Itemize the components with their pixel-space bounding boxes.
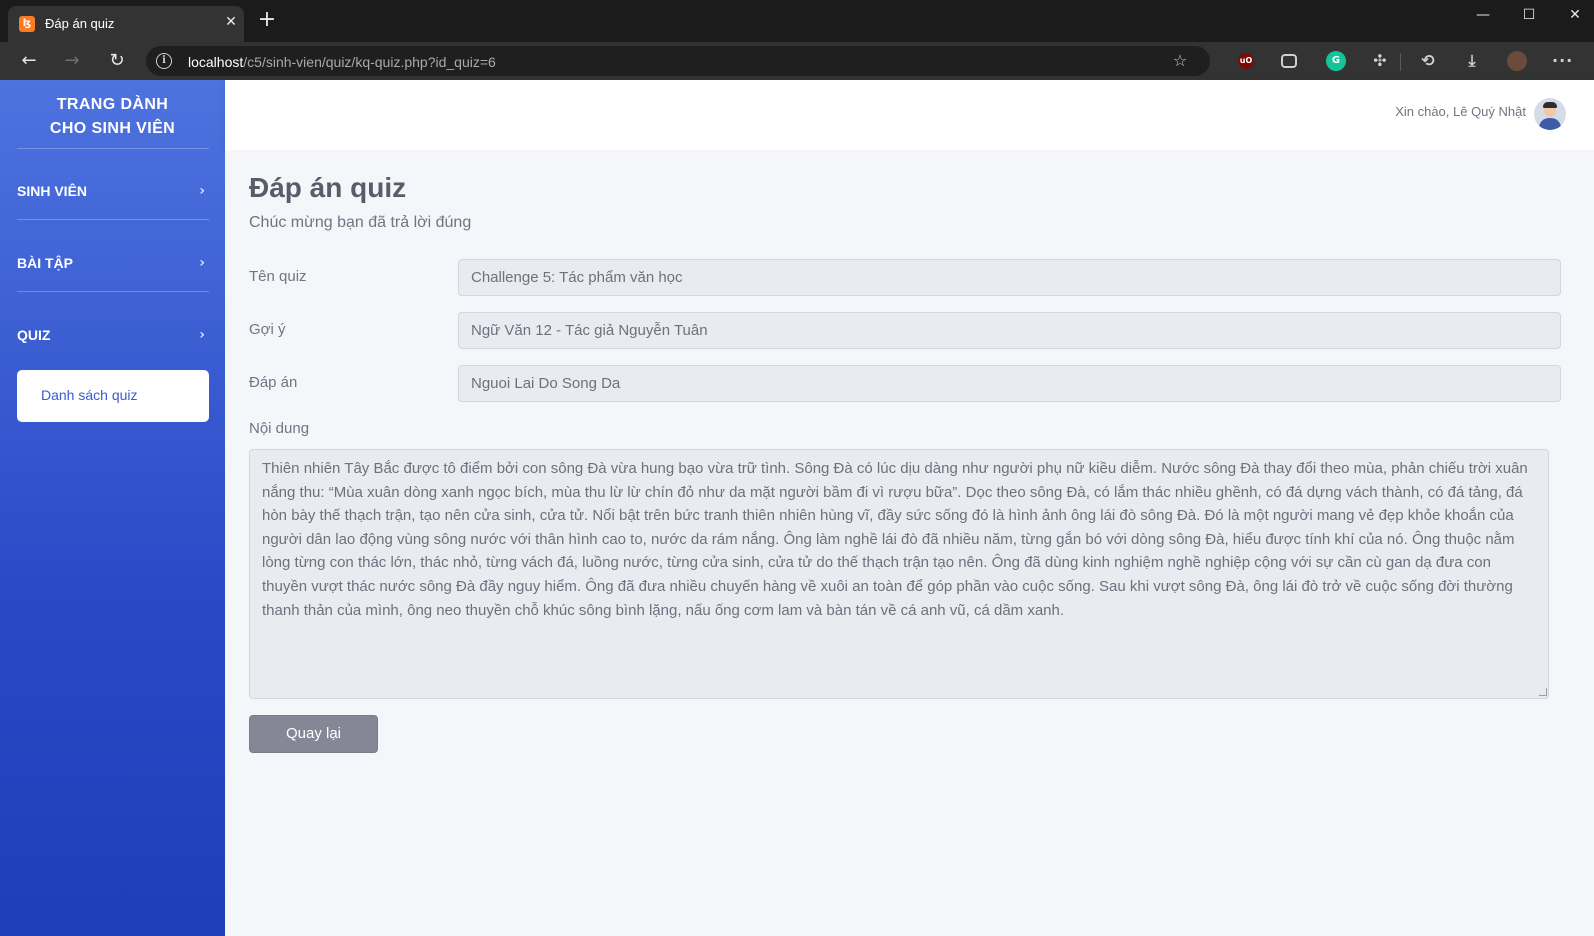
sidebar-item-bai-tap[interactable]: BÀI TẬP › bbox=[17, 248, 209, 278]
grammarly-extension-icon[interactable]: G bbox=[1326, 51, 1346, 71]
minimize-icon[interactable]: — bbox=[1460, 0, 1506, 32]
page-title: Đáp án quiz bbox=[249, 172, 407, 203]
sidebar-subitem-danh-sach-quiz[interactable]: Danh sách quiz bbox=[17, 370, 209, 422]
new-tab-icon[interactable]: + bbox=[256, 9, 278, 31]
content-label: Nội dung bbox=[249, 420, 310, 437]
back-button[interactable]: Quay lại bbox=[249, 715, 378, 753]
sidebar-divider bbox=[17, 148, 209, 149]
sidebar-item-sinh-vien[interactable]: SINH VIÊN › bbox=[17, 176, 209, 206]
back-arrow-icon[interactable]: ← bbox=[17, 49, 41, 73]
user-avatar-icon[interactable] bbox=[1534, 98, 1566, 130]
collections-icon[interactable] bbox=[1281, 54, 1297, 68]
chevron-right-icon: › bbox=[199, 255, 205, 271]
main-content: Đáp án quiz Chúc mừng bạn đã trả lời đún… bbox=[225, 150, 1594, 936]
add-favorite-icon[interactable]: ☆ bbox=[1170, 51, 1190, 71]
extensions-puzzle-icon[interactable]: ✣ bbox=[1370, 51, 1390, 71]
hint-label: Gợi ý bbox=[249, 321, 286, 338]
history-icon[interactable]: ⟲ bbox=[1418, 51, 1438, 71]
chevron-right-icon: › bbox=[199, 327, 205, 343]
answer-label: Đáp án bbox=[249, 374, 298, 391]
tab-title: Đáp án quiz bbox=[45, 16, 115, 31]
sidebar: TRANG DÀNH CHO SINH VIÊN SINH VIÊN › BÀI… bbox=[0, 80, 225, 936]
address-bar[interactable]: i localhost/c5/sinh-vien/quiz/kq-quiz.ph… bbox=[146, 46, 1210, 76]
resize-handle-icon[interactable] bbox=[1539, 688, 1547, 696]
answer-field[interactable]: Nguoi Lai Do Song Da bbox=[458, 365, 1561, 402]
close-tab-icon[interactable]: ✕ bbox=[222, 13, 240, 31]
browser-tab[interactable]: ɮ Đáp án quiz ✕ bbox=[8, 6, 244, 42]
chevron-right-icon: › bbox=[199, 183, 205, 199]
sidebar-item-label: QUIZ bbox=[17, 327, 51, 343]
download-icon[interactable]: ⤓ bbox=[1462, 51, 1482, 71]
toolbar-divider bbox=[1400, 53, 1401, 71]
browser-titlebar: ɮ Đáp án quiz ✕ + — ☐ ✕ bbox=[0, 0, 1594, 42]
ublock-extension-icon[interactable]: uO bbox=[1238, 53, 1254, 69]
site-info-icon[interactable]: i bbox=[156, 53, 172, 69]
page-subtitle: Chúc mừng bạn đã trả lời đúng bbox=[249, 214, 472, 231]
sidebar-divider bbox=[17, 219, 209, 220]
hint-field[interactable]: Ngữ Văn 12 - Tác giả Nguyễn Tuân bbox=[458, 312, 1561, 349]
maximize-icon[interactable]: ☐ bbox=[1506, 0, 1552, 32]
reload-icon[interactable]: ↻ bbox=[105, 49, 129, 73]
sidebar-subitem-label: Danh sách quiz bbox=[41, 387, 138, 403]
quiz-name-field[interactable]: Challenge 5: Tác phẩm văn học bbox=[458, 259, 1561, 296]
profile-avatar-icon[interactable] bbox=[1507, 51, 1527, 71]
sidebar-item-label: SINH VIÊN bbox=[17, 183, 88, 199]
sidebar-divider bbox=[17, 291, 209, 292]
topbar: Xin chào, Lê Quý Nhật bbox=[225, 80, 1594, 150]
browser-toolbar: ← → ↻ i localhost/c5/sinh-vien/quiz/kq-q… bbox=[0, 42, 1594, 80]
quiz-name-label: Tên quiz bbox=[249, 268, 307, 285]
xampp-favicon-icon: ɮ bbox=[19, 16, 35, 32]
url-text[interactable]: localhost/c5/sinh-vien/quiz/kq-quiz.php?… bbox=[188, 54, 496, 70]
content-textarea[interactable]: Thiên nhiên Tây Bắc được tô điểm bởi con… bbox=[249, 449, 1549, 699]
sidebar-brand[interactable]: TRANG DÀNH CHO SINH VIÊN bbox=[0, 93, 225, 141]
window-close-icon[interactable]: ✕ bbox=[1552, 0, 1594, 32]
sidebar-item-quiz[interactable]: QUIZ › bbox=[17, 320, 209, 350]
forward-arrow-icon[interactable]: → bbox=[60, 49, 84, 73]
more-menu-icon[interactable]: ··· bbox=[1552, 51, 1572, 71]
sidebar-item-label: BÀI TẬP bbox=[17, 255, 73, 271]
user-greeting[interactable]: Xin chào, Lê Quý Nhật bbox=[1395, 104, 1526, 119]
